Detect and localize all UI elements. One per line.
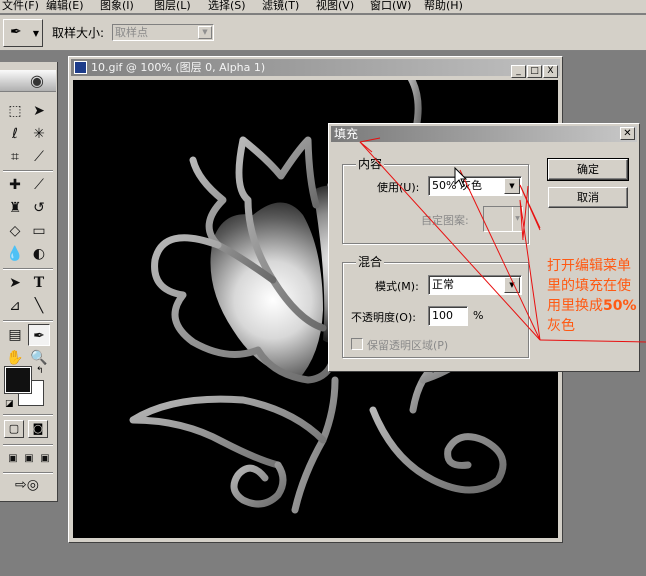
opacity-unit: % [473,309,484,322]
lasso-icon[interactable]: ℓ [4,123,26,145]
standard-mode-icon[interactable]: ▢ [4,420,24,438]
use-value: 50% 灰色 [432,179,482,192]
blending-group-label: 混合 [356,253,385,270]
annotation-text: 用里换成 [547,298,603,314]
line-icon[interactable]: ╲ [28,295,50,317]
preserve-transparency-checkbox[interactable] [351,338,363,350]
annotation-line: 用里换成50% [547,296,646,316]
mode-value: 正常 [432,278,454,291]
menu-image[interactable]: 图象(I) [100,0,134,13]
annotation-line: 灰色 [547,318,575,334]
eyedropper-icon[interactable]: ✒ [28,324,50,346]
blur-icon[interactable]: 💧 [4,243,26,265]
ok-button[interactable]: 确定 [547,158,629,181]
move-icon[interactable]: ➤ [28,100,50,122]
eraser-icon[interactable]: ◇ [4,220,26,242]
options-bar: ✒ ▼ 取样大小: 取样点 ▼ [0,15,646,51]
menu-window[interactable]: 窗口(W) [370,0,411,13]
toolbox-divider [3,414,53,416]
clone-stamp-icon[interactable]: ♜ [4,197,26,219]
jump-to-imageready-icon[interactable]: ⇨◎ [4,474,50,496]
menu-file[interactable]: 文件(F) [2,0,39,13]
pen-icon[interactable]: ⊿ [4,295,26,317]
sample-size-select[interactable]: 取样点 ▼ [112,24,214,41]
brush-icon[interactable]: ⟋ [28,174,50,196]
menu-filter[interactable]: 滤镜(T) [262,0,299,13]
mode-label: 模式(M): [375,280,419,293]
screen-mode-full-icon[interactable]: ▣ [34,448,56,470]
marquee-icon[interactable]: ⬚ [4,100,26,122]
healing-brush-icon[interactable]: ✚ [4,174,26,196]
type-icon[interactable]: T [28,272,50,294]
close-button[interactable]: X [543,65,558,78]
menu-bar: 文件(F) 编辑(E) 图象(I) 图层(L) 选择(S) 滤镜(T) 视图(V… [0,0,646,14]
toolbox: ◉ ⬚ ➤ ℓ ✳ ⌗ ⟋ ✚ ⟋ ♜ ↺ ◇ ▭ 💧 ◐ ➤ T ⊿ ╲ ▤ … [0,62,58,502]
annotation-emphasis: 50% [603,298,637,314]
menu-select[interactable]: 选择(S) [208,0,246,13]
toolbox-divider [3,444,53,446]
minimize-button[interactable]: _ [511,65,526,78]
chevron-down-icon: ▼ [32,29,39,38]
tutorial-annotation: 打开编辑菜单 里的填充在使 用里换成50% 灰色 [547,256,646,336]
gradient-icon[interactable]: ▭ [28,220,50,242]
document-title-bar[interactable]: 10.gif @ 100% (图层 0, Alpha 1) _ □ X [71,59,560,78]
toolbox-divider [3,268,53,270]
use-label: 使用(U): [377,181,420,194]
opacity-label: 不透明度(O): [351,311,416,324]
quick-mask-icon[interactable]: ◙ [28,420,48,438]
menu-layer[interactable]: 图层(L) [154,0,191,13]
window-controls: _ □ X [510,61,558,78]
opacity-input[interactable]: 100 [428,306,468,326]
chevron-down-icon: ▼ [504,277,520,293]
maximize-button[interactable]: □ [527,65,542,78]
menu-view[interactable]: 视图(V) [316,0,354,13]
custom-pattern-picker[interactable]: ▼ [483,206,523,232]
dialog-title: 填充 [334,127,359,141]
swap-colors-icon[interactable]: ↰ [36,367,44,376]
contents-group-label: 内容 [356,155,385,172]
eyedropper-icon: ✒ [10,24,22,40]
dialog-title-bar[interactable]: 填充 ✕ [331,126,637,142]
dialog-close-button[interactable]: ✕ [620,127,635,140]
tool-preset-picker[interactable]: ✒ ▼ [3,19,43,47]
chevron-down-icon: ▼ [512,207,522,231]
eye-logo-icon: ◉ [30,71,44,90]
mode-select[interactable]: 正常 ▼ [428,275,522,295]
toolbox-divider [3,320,53,322]
foreground-color-swatch[interactable] [4,366,32,394]
chevron-down-icon: ▼ [198,26,212,39]
sample-size-label: 取样大小: [52,26,105,40]
menu-edit[interactable]: 编辑(E) [46,0,84,13]
notes-icon[interactable]: ▤ [4,324,26,346]
cancel-button[interactable]: 取消 [548,187,628,208]
annotation-line: 里的填充在使 [547,278,631,294]
photoshop-document-icon [74,61,87,74]
annotation-line: 打开编辑菜单 [547,258,631,274]
use-select[interactable]: 50% 灰色 ▼ [428,176,522,196]
toolbox-logo[interactable]: ◉ [0,70,56,92]
opacity-value: 100 [432,309,453,322]
path-select-icon[interactable]: ➤ [4,272,26,294]
sample-size-value: 取样点 [115,26,148,39]
dodge-icon[interactable]: ◐ [28,243,50,265]
slice-icon[interactable]: ⟋ [28,146,50,168]
crop-icon[interactable]: ⌗ [4,146,26,168]
hand-icon[interactable]: ✋ [4,347,26,369]
chevron-down-icon: ▼ [504,178,520,194]
menu-help[interactable]: 帮助(H) [424,0,463,13]
preserve-transparency-label: 保留透明区域(P) [367,339,449,352]
document-title: 10.gif @ 100% (图层 0, Alpha 1) [91,61,266,74]
magic-wand-icon[interactable]: ✳ [28,123,50,145]
custom-pattern-label: 自定图案: [421,214,469,227]
history-brush-icon[interactable]: ↺ [28,197,50,219]
toolbox-divider [3,170,53,172]
default-colors-icon[interactable]: ◪ [5,400,14,409]
